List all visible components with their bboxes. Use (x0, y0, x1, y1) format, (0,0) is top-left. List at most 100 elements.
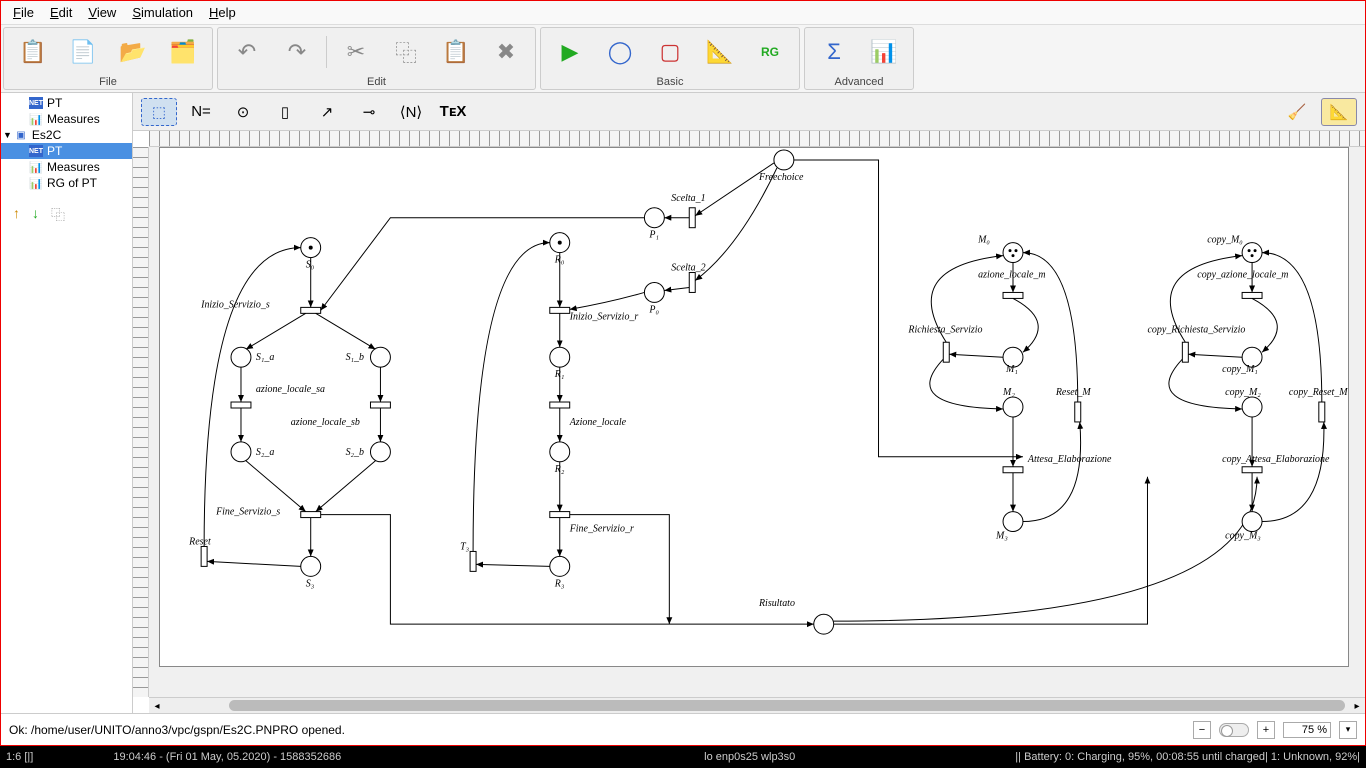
svg-text:copy_Richiesta_Servizio: copy_Richiesta_Servizio (1147, 324, 1245, 335)
svg-text:copy_M₂: copy_M₂ (1225, 387, 1261, 398)
scroll-right-icon[interactable]: ▸ (1349, 698, 1365, 714)
tree-measures-1[interactable]: Measures (1, 111, 132, 127)
system-panel: 1:6 [|] 19:04:46 - (Fri 01 May, 05.2020)… (0, 746, 1366, 768)
sigma-button[interactable]: Σ (809, 32, 859, 72)
svg-text:P₁: P₁ (648, 230, 659, 241)
panel-workspace: 1:6 [|] (6, 751, 33, 763)
chart-button[interactable]: 📊 (859, 32, 909, 72)
eraser-tool[interactable]: 🧹 (1279, 98, 1315, 126)
svg-text:Attesa_Elaborazione: Attesa_Elaborazione (1027, 454, 1112, 465)
svg-text:azione_locale_m: azione_locale_m (978, 270, 1045, 281)
zoom-toggle[interactable] (1219, 723, 1249, 737)
group-edit: ↶ ↷ ✂ ⿻ 📋 ✖ Edit (217, 27, 536, 90)
svg-text:azione_locale_sa: azione_locale_sa (256, 384, 325, 395)
save-all-button[interactable]: 🗂️ (158, 32, 208, 72)
tree-pt-1[interactable]: NETPT (1, 95, 132, 111)
svg-text:T₃: T₃ (460, 541, 470, 552)
svg-text:copy_Reset_M: copy_Reset_M (1289, 387, 1348, 398)
zoom-dropdown[interactable]: ▾ (1339, 721, 1357, 739)
svg-text:S₁_b: S₁_b (346, 352, 364, 363)
place-tool[interactable]: ⊙ (225, 98, 261, 126)
duplicate-button[interactable]: ⿻ (51, 205, 65, 225)
sidebar-arrows: ↑ ↓ ⿻ (1, 197, 132, 233)
menu-view[interactable]: View (80, 5, 124, 20)
svg-text:copy_azione_locale_m: copy_azione_locale_m (1197, 270, 1288, 281)
main-toolbar: 📋 📄 📂 🗂️ File ↶ ↷ ✂ ⿻ 📋 ✖ Edit ▶ ◯ ▢ 📐 R… (1, 25, 1365, 93)
delete-button[interactable]: ✖ (481, 32, 531, 72)
statusbar: Ok: /home/user/UNITO/anno3/vpc/gspn/Es2C… (1, 713, 1365, 745)
zoom-in-button[interactable]: + (1257, 721, 1275, 739)
move-up-button[interactable]: ↑ (13, 205, 20, 225)
menu-edit[interactable]: Edit (42, 5, 80, 20)
undo-button[interactable]: ↶ (222, 32, 272, 72)
svg-text:Scelta_2: Scelta_2 (671, 263, 705, 274)
horizontal-scrollbar[interactable]: ◂ ▸ (149, 697, 1365, 713)
svg-text:Inizio_Servizio_r: Inizio_Servizio_r (569, 311, 639, 322)
panel-clock: 19:04:46 - (Fri 01 May, 05.2020) - 15883… (113, 751, 341, 763)
svg-text:Richiesta_Servizio: Richiesta_Servizio (907, 324, 982, 335)
svg-text:Reset: Reset (188, 536, 211, 547)
zoom-out-button[interactable]: − (1193, 721, 1211, 739)
arc-tool[interactable]: ↗ (309, 98, 345, 126)
status-text: Ok: /home/user/UNITO/anno3/vpc/gspn/Es2C… (9, 723, 345, 737)
angn-tool[interactable]: ⟨N⟩ (393, 98, 429, 126)
copy-button[interactable]: ⿻ (381, 32, 431, 72)
svg-text:copy_Attesa_Elaborazione: copy_Attesa_Elaborazione (1222, 454, 1330, 465)
group-edit-label: Edit (218, 75, 535, 89)
ruler-toggle[interactable]: 📐 (1321, 98, 1357, 126)
group-basic-label: Basic (541, 75, 799, 89)
canvas-viewport[interactable]: S₀ Inizio_Servizio_s S₁_a S₁_b azione_lo… (149, 147, 1365, 697)
circle-tool-button[interactable]: ◯ (595, 32, 645, 72)
neq-tool[interactable]: N= (183, 98, 219, 126)
svg-text:S₂_a: S₂_a (256, 447, 274, 458)
canvas-page[interactable]: S₀ Inizio_Servizio_s S₁_a S₁_b azione_lo… (159, 147, 1349, 667)
tex-tool[interactable]: TᴇX (435, 98, 471, 126)
menu-file[interactable]: File (5, 5, 42, 20)
group-advanced: Σ 📊 Advanced (804, 27, 914, 90)
new-project-button[interactable]: 📋 (8, 32, 58, 72)
svg-text:M₀: M₀ (977, 235, 990, 246)
measure-button[interactable]: 📐 (695, 32, 745, 72)
scrollbar-thumb[interactable] (229, 700, 1345, 711)
svg-text:copy_M₃: copy_M₃ (1225, 530, 1261, 541)
scroll-left-icon[interactable]: ◂ (149, 698, 165, 714)
menu-simulation[interactable]: Simulation (124, 5, 201, 20)
tree-rg[interactable]: RG of PT (1, 175, 132, 191)
ruler-horizontal (149, 131, 1365, 147)
cut-button[interactable]: ✂ (331, 32, 381, 72)
rg-button[interactable]: RG (745, 32, 795, 72)
svg-text:Risultato: Risultato (758, 598, 795, 609)
group-file: 📋 📄 📂 🗂️ File (3, 27, 213, 90)
group-basic: ▶ ◯ ▢ 📐 RG Basic (540, 27, 800, 90)
svg-text:R₁: R₁ (554, 369, 565, 380)
menubar: File Edit View Simulation Help (1, 1, 1365, 25)
tree-measures-2[interactable]: Measures (1, 159, 132, 175)
svg-text:S₃: S₃ (306, 578, 315, 589)
svg-text:copy_M₁: copy_M₁ (1222, 364, 1258, 375)
svg-text:M₃: M₃ (995, 530, 1008, 541)
zoom-input[interactable] (1283, 722, 1331, 738)
group-file-label: File (4, 75, 212, 89)
sidebar: NETPT Measures ▼▣Es2C NETPT Measures RG … (1, 93, 133, 713)
tree-project[interactable]: ▼▣Es2C (1, 127, 132, 143)
panel-network: lo enp0s25 wlp3s0 (704, 751, 795, 763)
canvas-toolbar: ⬚ N= ⊙ ▯ ↗ ⊸ ⟨N⟩ TᴇX 🧹 📐 (133, 93, 1365, 131)
menu-help[interactable]: Help (201, 5, 244, 20)
inhibitor-tool[interactable]: ⊸ (351, 98, 387, 126)
svg-text:R₃: R₃ (554, 578, 565, 589)
transition-tool[interactable]: ▯ (267, 98, 303, 126)
open-button[interactable]: 📂 (108, 32, 158, 72)
square-tool-button[interactable]: ▢ (645, 32, 695, 72)
redo-button[interactable]: ↷ (272, 32, 322, 72)
svg-text:Fine_Servizio_s: Fine_Servizio_s (215, 507, 280, 518)
svg-text:Scelta_1: Scelta_1 (671, 193, 705, 204)
svg-text:Reset_M: Reset_M (1055, 387, 1092, 398)
panel-battery: || Battery: 0: Charging, 95%, 00:08:55 u… (1015, 751, 1360, 763)
tree-pt-selected[interactable]: NETPT (1, 143, 132, 159)
svg-text:Freechoice: Freechoice (758, 172, 804, 183)
select-tool[interactable]: ⬚ (141, 98, 177, 126)
move-down-button[interactable]: ↓ (32, 205, 39, 225)
paste-button[interactable]: 📋 (431, 32, 481, 72)
new-page-button[interactable]: 📄 (58, 32, 108, 72)
play-button[interactable]: ▶ (545, 32, 595, 72)
